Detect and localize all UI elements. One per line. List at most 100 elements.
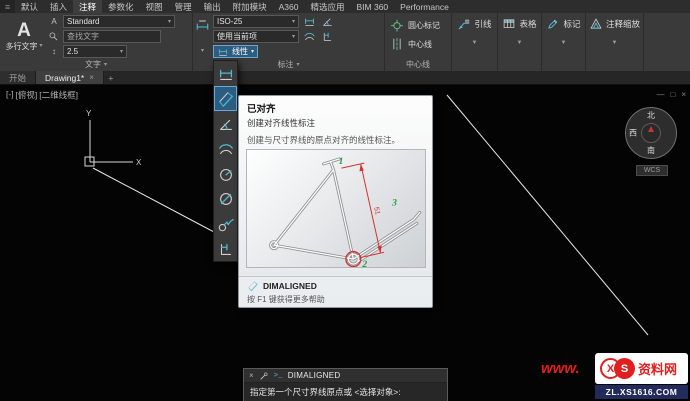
tooltip-figure: 51 1 2 3 (246, 149, 426, 268)
dropdown-item-aligned-dimension-icon[interactable] (214, 86, 237, 111)
dropdown-item-linear-dimension-icon[interactable] (214, 61, 237, 86)
viewport-visual-style-control[interactable]: [二维线框] (39, 89, 78, 101)
text-panel-label-text: 文字 (84, 60, 101, 69)
panel-markup[interactable]: 标记 ▼ (542, 13, 586, 71)
ribbon-tab-parametric[interactable]: 参数化 (102, 0, 140, 13)
markup-panel-label: 标记 (563, 19, 581, 29)
center-mark-button[interactable]: 圆心标记 (390, 18, 440, 32)
ribbon-tab-annotate[interactable]: 注释 (73, 0, 103, 13)
ribbon-tab-manage[interactable]: 管理 (169, 0, 198, 13)
centerline-icon (393, 37, 401, 51)
ribbon-tab-performance[interactable]: Performance (394, 0, 455, 13)
ribbon-tab-addins[interactable]: 附加模块 (227, 0, 273, 13)
minimize-icon[interactable]: — (656, 90, 664, 99)
new-drawing-tab-button[interactable]: + (104, 71, 118, 84)
viewcube-south[interactable]: 南 (647, 145, 655, 156)
chevron-down-icon: ▾ (296, 61, 300, 68)
ribbon-tab-bar: ≡ 默认 插入 注释 参数化 视图 管理 输出 附加模块 A360 精选应用 B… (0, 0, 690, 13)
chevron-down-icon: ▾ (251, 48, 255, 55)
dimension-style-select[interactable]: ISO-25 ▾ (213, 15, 299, 28)
find-text-value: 查找文字 (67, 32, 99, 41)
dimension-style-value: ISO-25 (217, 17, 243, 26)
mtext-label: 多行文字 (5, 41, 38, 51)
watermark-logo-s-icon: S (614, 358, 635, 379)
dimension-layer-select[interactable]: 使用当前项 ▾ (213, 30, 299, 43)
viewport-controls: [-] [俯视] [二维线框] (6, 89, 78, 101)
multileader-icon (459, 19, 470, 30)
ribbon-tab-insert[interactable]: 插入 (44, 0, 73, 13)
centerline-button[interactable]: 中心线 (390, 37, 432, 51)
text-height-value: 2.5 (67, 47, 79, 56)
ribbon-empty-space (644, 13, 690, 71)
angular-tool-icon[interactable] (320, 15, 335, 28)
file-tab-drawing1-label: Drawing1* (45, 72, 85, 83)
panel-annotation-scaling[interactable]: 注释缩放 ▼ (586, 13, 644, 71)
ribbon-tab-default[interactable]: 默认 (15, 0, 44, 13)
text-panel-label[interactable]: 文字 ▾ (0, 59, 192, 70)
chevron-down-icon[interactable]: ▼ (498, 40, 541, 46)
app-menu-icon[interactable]: ≡ (0, 0, 15, 13)
close-icon[interactable]: × (249, 371, 254, 380)
mtext-button[interactable]: A 多行文字 ▾ (2, 14, 46, 58)
aligned-dimension-icon (248, 281, 258, 292)
ribbon-tab-featured-apps[interactable]: 精选应用 (304, 0, 350, 13)
dropdown-item-arc-length-dimension-icon[interactable] (214, 136, 237, 161)
ribbon: A 多行文字 ▾ A Standard ▾ 查找文字 ↕ 2.5 ▾ 文字 ▾ … (0, 13, 690, 71)
panel-leaders[interactable]: 引线 ▼ (452, 13, 498, 71)
arc-tool-icon[interactable] (302, 30, 317, 43)
ribbon-tab-output[interactable]: 输出 (198, 0, 227, 13)
chevron-down-icon: ▾ (39, 43, 43, 49)
linear-dimension-dropdown-button[interactable]: 线性 ▾ (213, 45, 259, 58)
wcs-selector[interactable]: WCS (636, 165, 668, 176)
tooltip-help-hint: 按 F1 键获得更多帮助 (247, 295, 325, 304)
tooltip-command-name: DIMALIGNED (263, 281, 317, 291)
watermark-domain: ZL.XS1616.COM (605, 387, 678, 397)
viewcube-hub[interactable] (641, 123, 661, 143)
dimension-type-dropdown (213, 60, 238, 262)
active-command-name: DIMALIGNED (287, 371, 341, 380)
tooltip-title: 已对齐 (247, 104, 276, 115)
command-line-window[interactable]: × >_ DIMALIGNED 指定第一个尺寸界线原点或 <选择对象>: (243, 368, 448, 401)
command-line-header: × >_ DIMALIGNED (244, 369, 447, 383)
dropdown-item-diameter-dimension-icon[interactable] (214, 186, 237, 211)
viewport-menu-control[interactable]: [-] (6, 89, 14, 101)
chevron-down-icon[interactable]: ▼ (542, 40, 585, 46)
chevron-down-icon[interactable]: ▼ (452, 40, 497, 46)
ribbon-tab-view[interactable]: 视图 (140, 0, 169, 13)
ordinate-tool-icon[interactable] (320, 30, 335, 43)
chevron-down-icon[interactable]: ▼ (586, 40, 643, 46)
table-icon (504, 19, 515, 28)
file-tab-start[interactable]: 开始 (0, 71, 37, 84)
dropdown-item-ordinate-dimension-icon[interactable] (214, 236, 237, 261)
centerline-panel-label-text: 中心线 (406, 60, 430, 69)
dimension-icon (196, 20, 209, 30)
wcs-label: WCS (643, 167, 661, 174)
dropdown-item-angular-dimension-icon[interactable] (214, 111, 237, 136)
viewcube-west[interactable]: 西 (629, 128, 637, 139)
file-tab-drawing1[interactable]: Drawing1* × (36, 71, 104, 84)
viewcube-north[interactable]: 北 (647, 110, 655, 121)
restore-icon[interactable]: □ (670, 90, 675, 99)
text-height-select[interactable]: 2.5 ▾ (63, 45, 127, 58)
close-icon[interactable]: × (89, 73, 94, 82)
close-icon[interactable]: × (681, 90, 686, 99)
command-prompt-input[interactable]: 指定第一个尺寸界线原点或 <选择对象>: (244, 383, 447, 401)
dimension-split-button[interactable]: ▾ (194, 15, 211, 57)
centerline-panel-label[interactable]: 中心线 (385, 59, 451, 70)
viewcube-compass[interactable]: 北 西 南 (625, 107, 677, 159)
dimension-panel-rows: ISO-25 ▾ 使用当前项 ▾ 线性 ▾ (213, 15, 381, 58)
dropdown-item-jogged-dimension-icon[interactable] (214, 211, 237, 236)
ribbon-tab-a360[interactable]: A360 (273, 0, 305, 13)
text-panel-rows: A Standard ▾ 查找文字 ↕ 2.5 ▾ (48, 15, 190, 58)
quick-dimension-icon[interactable] (302, 15, 317, 28)
text-style-select[interactable]: Standard ▾ (63, 15, 175, 28)
viewport-view-control[interactable]: [俯视] (16, 89, 38, 101)
find-text-input[interactable]: 查找文字 (63, 30, 161, 43)
ucs-icon (84, 120, 133, 167)
ribbon-tab-bim360[interactable]: BIM 360 (351, 0, 395, 13)
drawing-window-controls: — □ × (656, 90, 686, 99)
panel-tables[interactable]: 表格 ▼ (498, 13, 542, 71)
dropdown-item-radius-dimension-icon[interactable] (214, 161, 237, 186)
customize-wrench-icon[interactable] (259, 371, 269, 381)
tables-panel-label: 表格 (519, 19, 537, 29)
